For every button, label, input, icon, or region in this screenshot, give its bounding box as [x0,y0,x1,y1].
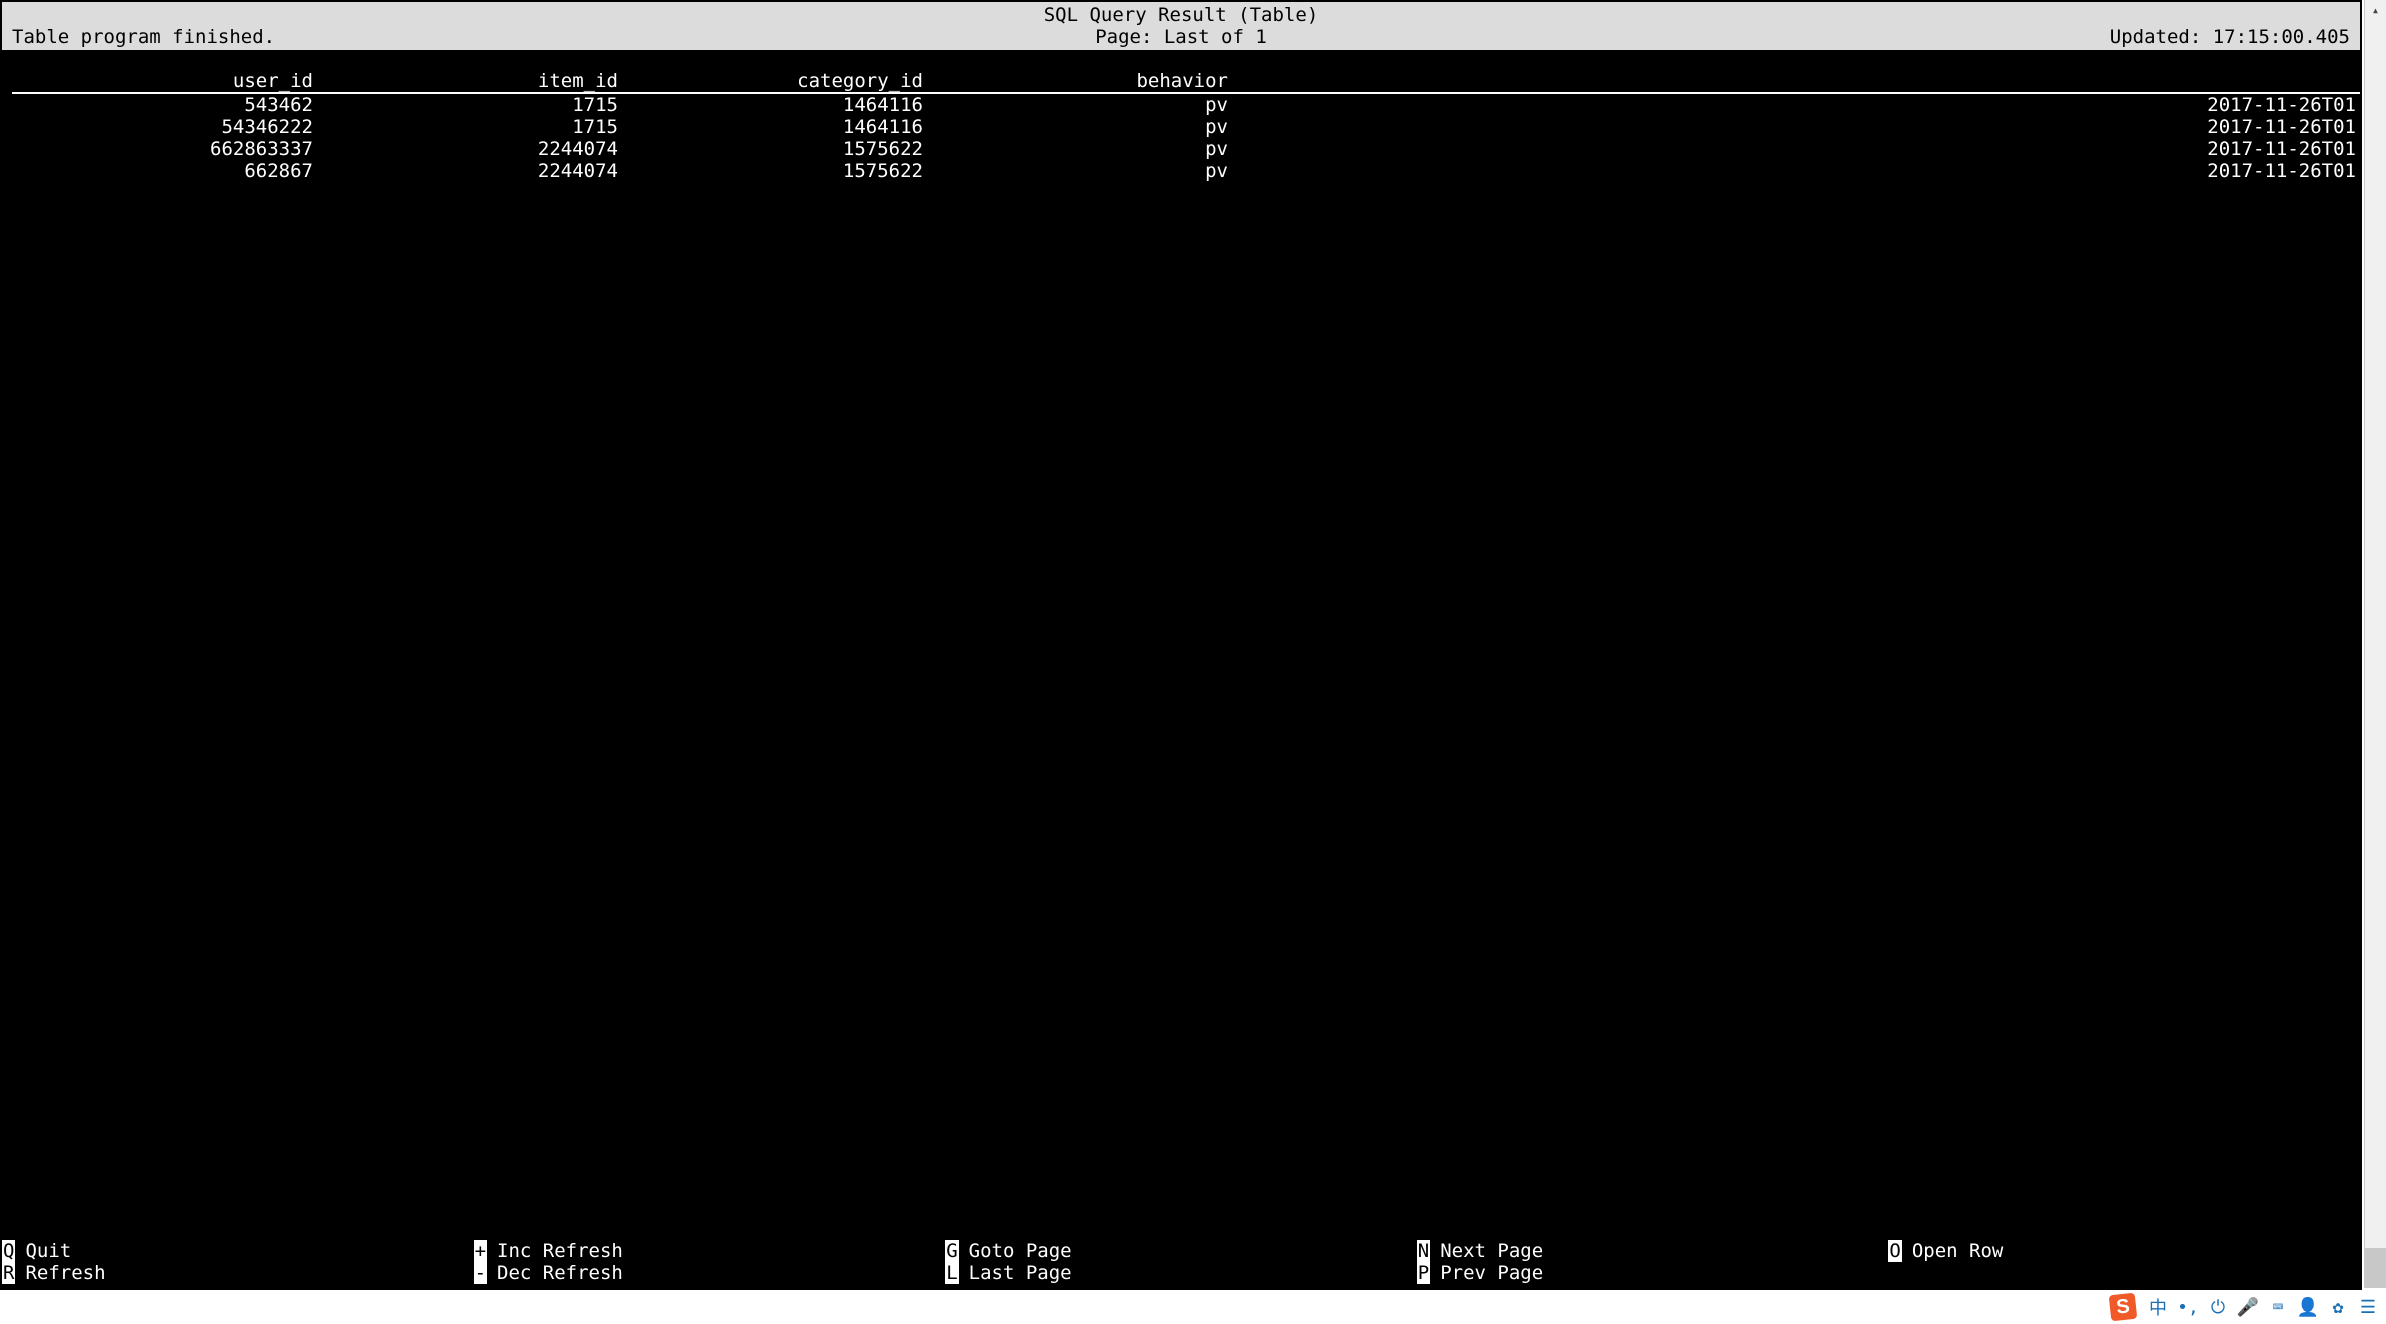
updated-timestamp: Updated: 17:15:00.405 [2110,26,2350,48]
shortcut-label: Last Page [959,1262,1072,1284]
key-o: O [1888,1240,1901,1262]
shortcut-label: Goto Page [959,1240,1072,1262]
page-title: SQL Query Result (Table) [1044,4,1319,26]
cell-user-id: 54346222 [12,116,317,138]
key-minus: - [474,1262,487,1284]
key-g: G [945,1240,958,1262]
shortcut-label: Quit [15,1240,71,1262]
scroll-track[interactable] [2365,20,2386,1288]
shortcut-quit[interactable]: Q Quit [2,1240,474,1262]
cell-item-id: 1715 [317,93,622,116]
cell-category-id: 1464116 [622,93,927,116]
ime-icon[interactable]: S [2108,1292,2138,1322]
header-bar: SQL Query Result (Table) Table program f… [2,2,2360,50]
cell-category-id: 1575622 [622,138,927,160]
cell-category-id: 1575622 [622,160,927,182]
key-q: Q [2,1240,15,1262]
shortcut-open-row[interactable]: O Open Row [1888,1240,2360,1262]
key-l: L [945,1262,958,1284]
table-header-row: user_id item_id category_id behavior [12,70,2360,93]
cell-timestamp: 2017-11-26T01 [1232,160,2360,182]
shortcut-label: Inc Refresh [487,1240,623,1262]
power-icon[interactable]: ⏻ [2208,1297,2228,1317]
shortcut-prev-page[interactable]: P Prev Page [1417,1262,1889,1284]
col-header-category-id: category_id [622,70,927,93]
toolbox-icon[interactable]: ☰ [2358,1297,2378,1317]
shortcut-next-page[interactable]: N Next Page [1417,1240,1889,1262]
system-taskbar: S 中 •, ⏻ 🎤 ⌨ 👤 ✿ ☰ [0,1290,2386,1324]
table-row[interactable]: 662863337 2244074 1575622 pv 2017-11-26T… [12,138,2360,160]
microphone-icon[interactable]: 🎤 [2238,1297,2258,1317]
shortcut-label: Refresh [15,1262,105,1284]
key-p: P [1417,1262,1430,1284]
cell-timestamp: 2017-11-26T01 [1232,93,2360,116]
col-header-extra [1232,70,2360,93]
shortcut-inc-refresh[interactable]: + Inc Refresh [474,1240,946,1262]
shortcut-label: Dec Refresh [487,1262,623,1284]
cell-timestamp: 2017-11-26T01 [1232,116,2360,138]
shortcut-label: Next Page [1430,1240,1543,1262]
cell-item-id: 2244074 [317,138,622,160]
keyboard-icon[interactable]: ⌨ [2268,1297,2288,1317]
cell-user-id: 662867 [12,160,317,182]
settings-icon[interactable]: ✿ [2328,1297,2348,1317]
table-row[interactable]: 662867 2244074 1575622 pv 2017-11-26T01 [12,160,2360,182]
cell-user-id: 662863337 [12,138,317,160]
shortcut-last-page[interactable]: L Last Page [945,1262,1417,1284]
cell-user-id: 543462 [12,93,317,116]
punctuation-icon[interactable]: •, [2178,1297,2198,1317]
cell-item-id: 2244074 [317,160,622,182]
status-message: Table program finished. [12,26,275,48]
user-icon[interactable]: 👤 [2298,1297,2318,1317]
cell-behavior: pv [927,138,1232,160]
key-plus: + [474,1240,487,1262]
cell-behavior: pv [927,116,1232,138]
table-row[interactable]: 54346222 1715 1464116 pv 2017-11-26T01 [12,116,2360,138]
terminal-window: SQL Query Result (Table) Table program f… [0,0,2362,1290]
cell-timestamp: 2017-11-26T01 [1232,138,2360,160]
scroll-thumb[interactable] [2365,1248,2386,1288]
col-header-user-id: user_id [12,70,317,93]
col-header-item-id: item_id [317,70,622,93]
scroll-up-arrow-icon[interactable]: ▴ [2365,0,2386,20]
shortcut-refresh[interactable]: R Refresh [2,1262,474,1284]
vertical-scrollbar[interactable]: ▴ [2364,0,2386,1288]
shortcut-goto-page[interactable]: G Goto Page [945,1240,1417,1262]
cell-behavior: pv [927,93,1232,116]
footer-shortcuts: Q Quit R Refresh + Inc Refresh - Dec Ref… [2,1238,2360,1288]
key-n: N [1417,1240,1430,1262]
cell-item-id: 1715 [317,116,622,138]
shortcut-label: Prev Page [1430,1262,1543,1284]
table-row[interactable]: 543462 1715 1464116 pv 2017-11-26T01 [12,93,2360,116]
result-area: user_id item_id category_id behavior 543… [2,50,2360,1238]
page-indicator: Page: Last of 1 [1095,26,1267,48]
key-r: R [2,1262,15,1284]
cell-category-id: 1464116 [622,116,927,138]
language-icon[interactable]: 中 [2148,1297,2168,1317]
shortcut-dec-refresh[interactable]: - Dec Refresh [474,1262,946,1284]
result-table: user_id item_id category_id behavior 543… [12,70,2360,182]
col-header-behavior: behavior [927,70,1232,93]
cell-behavior: pv [927,160,1232,182]
shortcut-label: Open Row [1902,1240,2004,1262]
